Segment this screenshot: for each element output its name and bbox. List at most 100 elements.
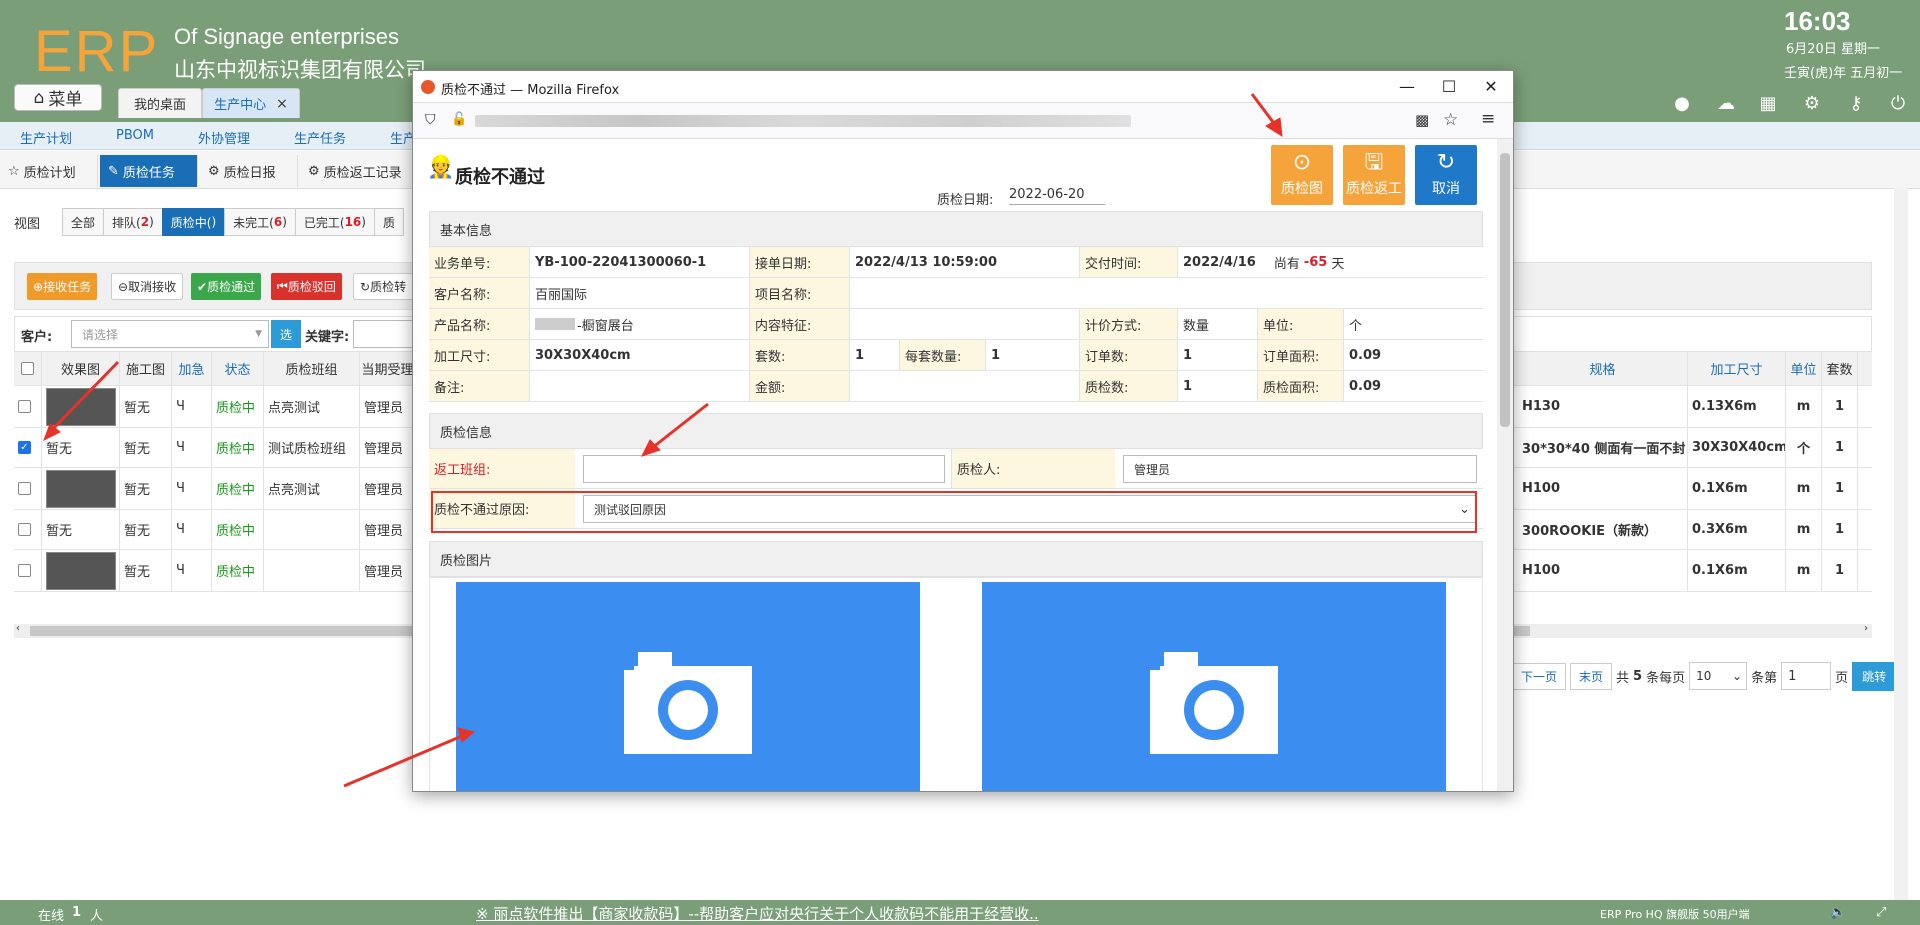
- subnav-item-task[interactable]: 生产任务: [294, 128, 346, 147]
- delivery-label: 交付时间:: [1079, 247, 1177, 277]
- popup-vertical-scrollbar[interactable]: [1497, 139, 1513, 791]
- button-suffix: ): [211, 215, 217, 229]
- cancel-receive-button[interactable]: ⊖ 取消接收: [111, 273, 184, 300]
- lock-icon[interactable]: 🔓: [451, 112, 467, 127]
- hamburger-icon[interactable]: ≡: [1481, 109, 1495, 129]
- url-text-blurred: [475, 115, 1131, 127]
- customer-select[interactable]: 请选择 ▼: [71, 320, 269, 348]
- view-finished-button[interactable]: 已完工(16): [294, 208, 375, 236]
- effect-thumbnail[interactable]: [46, 469, 116, 508]
- size-cell: 0.1X6m: [1688, 468, 1786, 509]
- tab-label: 质检任务: [122, 165, 175, 181]
- tab-qc-daily[interactable]: ⚙ 质检日报: [200, 155, 298, 187]
- amount-value: [849, 371, 1079, 401]
- fullscreen-icon[interactable]: ⤢: [1876, 905, 1886, 920]
- view-queue-button[interactable]: 排队(2): [103, 208, 163, 236]
- qc-reject-button[interactable]: ⏮ 质检驳回: [271, 273, 342, 300]
- qc-qty-label: 质检数:: [1079, 371, 1177, 401]
- tab-qc-rework[interactable]: ⚙ 质检返工记录: [300, 155, 414, 187]
- minimize-icon[interactable]: —: [1395, 75, 1419, 99]
- qc-rework-button[interactable]: 🖫 质检返工: [1343, 145, 1405, 205]
- delivery-value: 2022/4/16 尚有 -65 天: [1177, 247, 1483, 277]
- row-checkbox[interactable]: [18, 523, 31, 536]
- tab-qc-task[interactable]: ✎ 质检任务: [100, 155, 198, 187]
- header-select-all[interactable]: [14, 352, 42, 385]
- rework-team-input[interactable]: [583, 455, 945, 483]
- subnav-item-plan[interactable]: 生产计划: [20, 128, 72, 147]
- view-inspecting-button[interactable]: 质检中(): [161, 208, 226, 236]
- row-checkbox[interactable]: [18, 564, 31, 577]
- close-icon[interactable]: ✕: [1479, 75, 1503, 99]
- key-icon[interactable]: ⚷: [1844, 92, 1868, 116]
- qr-icon[interactable]: ▩: [1415, 111, 1429, 129]
- select-cell: [14, 468, 42, 509]
- effect-thumbnail[interactable]: [46, 387, 116, 426]
- view-all-button[interactable]: 全部: [62, 208, 105, 236]
- page-input[interactable]: 1: [1781, 662, 1832, 690]
- order-area-value: 0.09: [1343, 340, 1483, 370]
- project-value: [849, 278, 1483, 308]
- header-size: 加工尺寸: [1688, 352, 1786, 385]
- star-icon[interactable]: ☆: [1443, 110, 1458, 130]
- photo-slot-2[interactable]: [982, 582, 1446, 791]
- subnav-item-outsource[interactable]: 外协管理: [198, 128, 250, 147]
- page-vertical-scrollbar[interactable]: [1894, 188, 1908, 900]
- scrollbar-thumb[interactable]: [1500, 153, 1510, 427]
- chevron-right-icon[interactable]: ›: [1864, 623, 1868, 634]
- qc-image-button[interactable]: ⊙ 质检图: [1271, 145, 1333, 205]
- receive-task-button[interactable]: ⊕ 接收任务: [27, 273, 98, 300]
- status-cell: 质检中: [212, 510, 264, 549]
- tab-my-desktop[interactable]: 我的桌面: [118, 88, 202, 118]
- effect-thumbnail[interactable]: [46, 551, 116, 590]
- tab-production-center[interactable]: 生产中心 ×: [202, 88, 300, 118]
- row-checkbox[interactable]: ✓: [18, 441, 31, 454]
- chevron-left-icon[interactable]: ‹: [16, 623, 20, 634]
- row-checkbox[interactable]: [18, 400, 31, 413]
- customer-label: 客户:: [21, 330, 53, 345]
- qc-area-value: 0.09: [1343, 371, 1483, 401]
- shield-icon[interactable]: ⛉: [425, 112, 436, 128]
- customer-pick-button[interactable]: 选: [271, 320, 301, 348]
- maximize-icon[interactable]: ☐: [1437, 75, 1461, 99]
- per-page-select[interactable]: 10 ⌄: [1689, 662, 1748, 690]
- star-icon: ☆: [8, 163, 20, 179]
- close-icon[interactable]: ×: [276, 96, 288, 112]
- user-icon[interactable]: ●: [1670, 92, 1694, 116]
- spec-cell: H100: [1518, 550, 1688, 591]
- cloud-icon[interactable]: ☁: [1714, 92, 1738, 116]
- urgent-cell: Ч: [172, 428, 212, 467]
- photo-slot-1[interactable]: [456, 582, 920, 791]
- tab-label: 质检计划: [23, 165, 76, 181]
- url-bar[interactable]: ⛉ 🔓 ▩ ☆ ≡: [413, 103, 1513, 139]
- goto-button[interactable]: 跳转: [1852, 661, 1897, 691]
- tab-qc-plan[interactable]: ☆ 质检计划: [0, 155, 98, 187]
- grid-icon[interactable]: ▦: [1756, 92, 1780, 116]
- qc-transfer-button[interactable]: ↻ 质检转: [353, 273, 414, 300]
- checkbox[interactable]: [21, 362, 34, 375]
- inspector-input[interactable]: 管理员: [1123, 455, 1477, 483]
- power-icon[interactable]: ⏻: [1886, 92, 1910, 116]
- gear-icon: ⚙: [308, 163, 320, 179]
- qc-date-field[interactable]: 2022-06-20: [1009, 187, 1105, 205]
- main-menu-button[interactable]: ⌂ 菜单: [14, 84, 102, 111]
- sets-label: 套数:: [749, 340, 849, 370]
- last-page-button[interactable]: 末页: [1570, 662, 1613, 690]
- subnav-item-pbom[interactable]: PBOM: [116, 128, 154, 143]
- view-more-button[interactable]: 质: [373, 208, 404, 236]
- cancel-button[interactable]: ↻ 取消: [1415, 145, 1477, 205]
- inspector-avatar-icon: 👷: [427, 155, 455, 180]
- qc-pass-button[interactable]: ✔ 质检通过: [191, 273, 262, 300]
- button-label: 质检返工: [1346, 181, 1402, 197]
- marquee-notice[interactable]: ※ 丽点软件推出【商家收款码】--帮助客户应对央行关于个人收款码不能用于经营收.…: [476, 903, 1039, 924]
- note-value: [529, 371, 749, 401]
- view-unfinished-button[interactable]: 未完工(6): [224, 208, 296, 236]
- effect-cell: [42, 468, 120, 509]
- team-cell: 测试质检班组: [264, 428, 360, 467]
- receive-date-label: 接单日期:: [749, 247, 849, 277]
- gear-icon[interactable]: ⚙: [1800, 92, 1824, 116]
- next-page-button[interactable]: 下一页: [1512, 662, 1567, 690]
- row-checkbox[interactable]: [18, 482, 31, 495]
- button-label: 全部: [71, 215, 96, 230]
- gear-icon: ⚙: [208, 163, 220, 179]
- volume-icon[interactable]: 🔈: [1830, 905, 1846, 920]
